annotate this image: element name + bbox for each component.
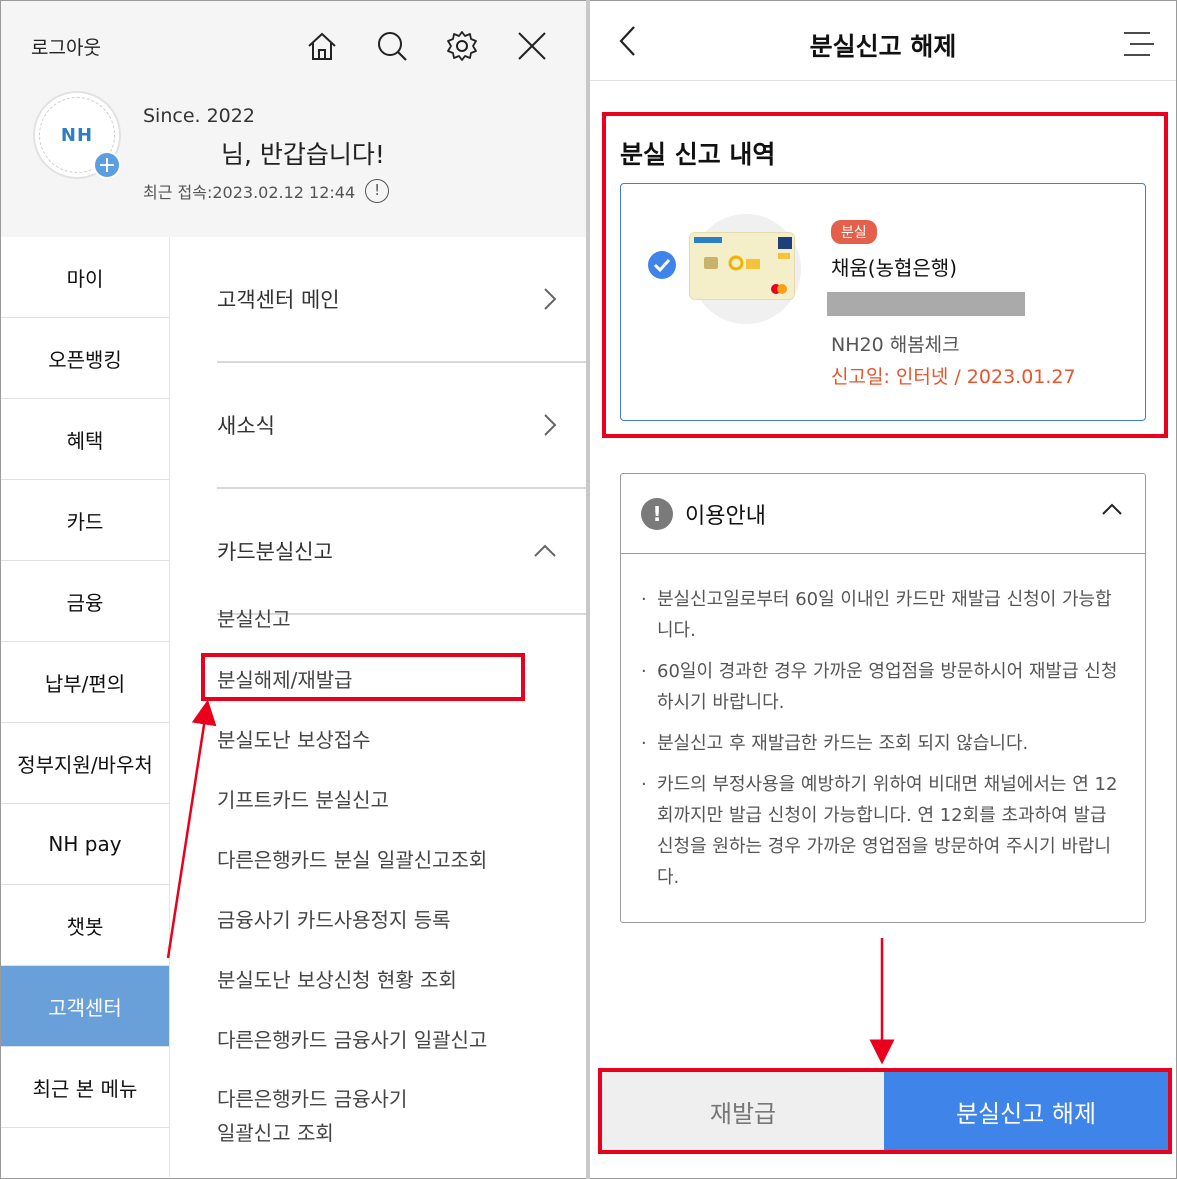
submenu-header-cs-main[interactable]: 고객센터 메인 [217,237,586,363]
reissue-button[interactable]: 재발급 [602,1072,884,1150]
submenu-header-label: 새소식 [217,414,275,438]
nh-logo-text: NH [60,124,94,146]
nav-item[interactable]: 금융 [1,561,169,642]
gear-icon[interactable] [441,25,483,67]
nav-item[interactable]: NH pay [1,804,169,885]
usage-guide-list: 분실신고일로부터 60일 이내인 카드만 재발급 신청이 가능합니다. 60일이… [621,554,1145,893]
guide-item: 분실신고일로부터 60일 이내인 카드만 재발급 신청이 가능합니다. [641,584,1121,646]
action-button-bar: 재발급 분실신고 해제 [598,1068,1172,1154]
submenu-item-other-bank-loss[interactable]: 다른은행카드 분실 일괄신고조회 [217,844,487,873]
submenu-item-giftcard-loss[interactable]: 기프트카드 분실신고 [217,784,389,813]
report-date: 신고일: 인터넷 / 2023.01.27 [831,366,1076,388]
card-image [689,232,795,300]
usage-guide: ! 이용안내 분실신고일로부터 60일 이내인 카드만 재발급 신청이 가능합니… [620,473,1146,923]
submenu-item-fraud-stop[interactable]: 금융사기 카드사용정지 등록 [217,904,451,933]
add-photo-icon[interactable]: + [93,151,121,179]
submenu-panel: 고객센터 메인 새소식 카드분실신고 분실신고 분실해제/재발급 분실도난 보상… [171,237,586,1177]
nav-item[interactable]: 카드 [1,480,169,561]
chevron-right-icon [542,412,558,438]
nav-item[interactable]: 마이 [1,237,169,318]
profile-header: 로그아웃 NH + Since. 2022 님, 반갑습니다! 최근 접속:20… [1,1,586,237]
chevron-right-icon [542,286,558,312]
submenu-item-other-bank-fraud-query-line1[interactable]: 다른은행카드 금융사기 [217,1083,407,1112]
highlight-box-release-reissue [201,653,525,701]
release-loss-button[interactable]: 분실신고 해제 [884,1072,1168,1150]
card-product-name: NH20 해봄체크 [831,334,960,356]
page-title: 분실신고 해제 [809,32,957,61]
nav-item[interactable]: 납부/편의 [1,642,169,723]
exclamation-icon: ! [641,498,673,530]
usage-guide-header[interactable]: ! 이용안내 [621,474,1145,554]
guide-item: 60일이 경과한 경우 가까운 영업점을 방문하시어 재발급 신청하시기 바랍니… [641,656,1121,718]
nav-item[interactable]: 정부지원/바우처 [1,723,169,804]
main-category-nav: 마이 오픈뱅킹 혜택 카드 금융 납부/편의 정부지원/바우처 NH pay 챗봇 고객센터 최근 … [1,237,170,1177]
logout-button[interactable]: 로그아웃 [31,33,101,60]
submenu-item-loss-report[interactable]: 분실신고 [217,603,291,632]
submenu-header-news[interactable]: 새소식 [217,363,586,489]
guide-item: 분실신고 후 재발급한 카드는 조회 되지 않습니다. [641,728,1121,759]
screen-header: 분실신고 해제 [590,1,1176,81]
guide-item: 카드의 부정사용을 예방하기 위하여 비대면 채널에서는 연 12회까지만 발급… [641,769,1121,893]
last-login-text: 최근 접속:2023.02.12 12:44 [143,183,356,202]
loss-release-screen: 분실신고 해제 분실 신고 내역 분실 채움(농협은행) NH20 해봄체크 신… [590,1,1176,1177]
home-icon[interactable] [301,25,343,67]
masked-card-number [827,292,1025,316]
submenu-header-label: 고객센터 메인 [217,288,340,312]
nav-item[interactable]: 오픈뱅킹 [1,318,169,399]
submenu-item-other-bank-fraud[interactable]: 다른은행카드 금융사기 일괄신고 [217,1024,487,1053]
close-icon[interactable] [511,25,553,67]
avatar[interactable]: NH + [33,91,121,179]
chevron-up-icon[interactable] [1101,502,1123,516]
search-icon[interactable] [371,25,413,67]
last-login: 최근 접속:2023.02.12 12:44 ! [143,179,390,203]
nav-item[interactable]: 혜택 [1,399,169,480]
member-since: Since. 2022 [143,105,255,127]
chevron-up-icon [532,543,558,559]
usage-guide-title: 이용안내 [685,504,766,529]
nav-item[interactable]: 최근 본 메뉴 [1,1047,169,1128]
lost-card-item[interactable]: 분실 채움(농협은행) NH20 해봄체크 신고일: 인터넷 / 2023.01… [620,183,1146,421]
status-badge: 분실 [831,220,877,244]
left-menu-panel: 로그아웃 NH + Since. 2022 님, 반갑습니다! 최근 접속:20… [1,1,586,1177]
submenu-item-other-bank-fraud-query-line2[interactable]: 일괄신고 조회 [217,1117,334,1146]
info-icon[interactable]: ! [365,179,390,203]
loss-history-title: 분실 신고 내역 [620,140,776,169]
top-icon-bar [301,25,581,67]
hamburger-menu-icon[interactable] [1120,31,1154,57]
submenu-header-card-loss[interactable]: 카드분실신고 [217,489,586,615]
nav-item[interactable]: 챗봇 [1,885,169,966]
submenu-item-theft-compensation[interactable]: 분실도난 보상접수 [217,724,371,753]
greeting-text: 님, 반갑습니다! [221,140,385,169]
nav-item[interactable]: 고객센터 [1,966,169,1047]
submenu-item-compensation-status[interactable]: 분실도난 보상신청 현황 조회 [217,964,457,993]
check-circle-icon[interactable] [647,250,677,280]
card-name: 채움(농협은행) [831,256,958,280]
submenu-header-label: 카드분실신고 [217,540,333,564]
